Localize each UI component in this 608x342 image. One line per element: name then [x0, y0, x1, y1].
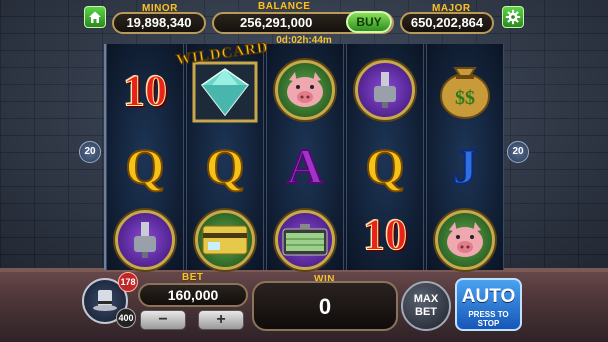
- gear-icon: [505, 9, 521, 25]
- auto-spin-button[interactable]: AUTO PRESS TO STOP: [455, 278, 522, 331]
- symbol-ace-text: A: [286, 137, 324, 195]
- auto-sublabel: PRESS TO STOP: [468, 310, 509, 328]
- top-hat-icon: [93, 290, 117, 311]
- symbol-ten: 10: [346, 196, 424, 272]
- cash-case-icon: [275, 210, 335, 270]
- level-target-badge: 400: [116, 308, 136, 328]
- player-level-badge: 178: [118, 272, 138, 292]
- max-bet-line2: BET: [415, 306, 437, 318]
- bet-label: BET: [182, 272, 204, 283]
- increase-bet-button[interactable]: +: [198, 310, 244, 330]
- symbol-ace: A: [266, 128, 344, 204]
- symbol-bank-card: [186, 202, 264, 278]
- symbol-queen-text: Q: [205, 137, 246, 195]
- symbol-ten-text: 10: [123, 65, 168, 115]
- symbol-pig: [266, 52, 344, 128]
- minor-jackpot-value: 19,898,340: [112, 12, 206, 34]
- symbol-jack: J: [426, 128, 504, 204]
- symbol-queen: Q: [346, 128, 424, 204]
- money-bag-icon: $$: [440, 67, 490, 119]
- home-button[interactable]: [84, 6, 106, 28]
- drill-icon: [355, 60, 415, 120]
- major-jackpot-value: 650,202,864: [400, 12, 494, 34]
- bet-value: 160,000: [138, 283, 248, 307]
- symbol-money-bag: $$: [426, 50, 504, 126]
- symbol-queen-text: Q: [365, 137, 406, 195]
- symbol-queen: Q: [106, 128, 184, 204]
- decrease-bet-button[interactable]: −: [140, 310, 186, 330]
- svg-text:$$: $$: [455, 87, 475, 109]
- symbol-drill: [106, 202, 184, 278]
- symbol-ten: 10: [106, 52, 184, 128]
- max-bet-button[interactable]: MAX BET: [401, 281, 451, 331]
- symbol-jack-text: J: [452, 137, 479, 195]
- drill-icon: [115, 210, 175, 270]
- auto-label: AUTO: [461, 286, 516, 307]
- pig-icon: [275, 60, 335, 120]
- symbol-drill: [346, 52, 424, 128]
- symbol-ten-text: 10: [363, 209, 408, 259]
- settings-button[interactable]: [502, 6, 524, 28]
- symbol-queen-text: Q: [125, 137, 166, 195]
- pig-icon: [435, 210, 495, 270]
- paylines-right-badge: 20: [507, 141, 529, 163]
- balance-label: BALANCE: [258, 1, 311, 12]
- buy-button[interactable]: BUY: [346, 11, 392, 33]
- paylines-left-badge: 20: [79, 141, 101, 163]
- symbol-cash-case: [266, 202, 344, 278]
- win-value: 0: [252, 281, 398, 331]
- symbol-queen: Q: [186, 128, 264, 204]
- bank-card-icon: [195, 210, 255, 270]
- home-icon: [89, 11, 101, 23]
- diamond-icon: [192, 61, 258, 123]
- max-bet-line1: MAX: [413, 293, 439, 305]
- symbol-pig: [426, 202, 504, 278]
